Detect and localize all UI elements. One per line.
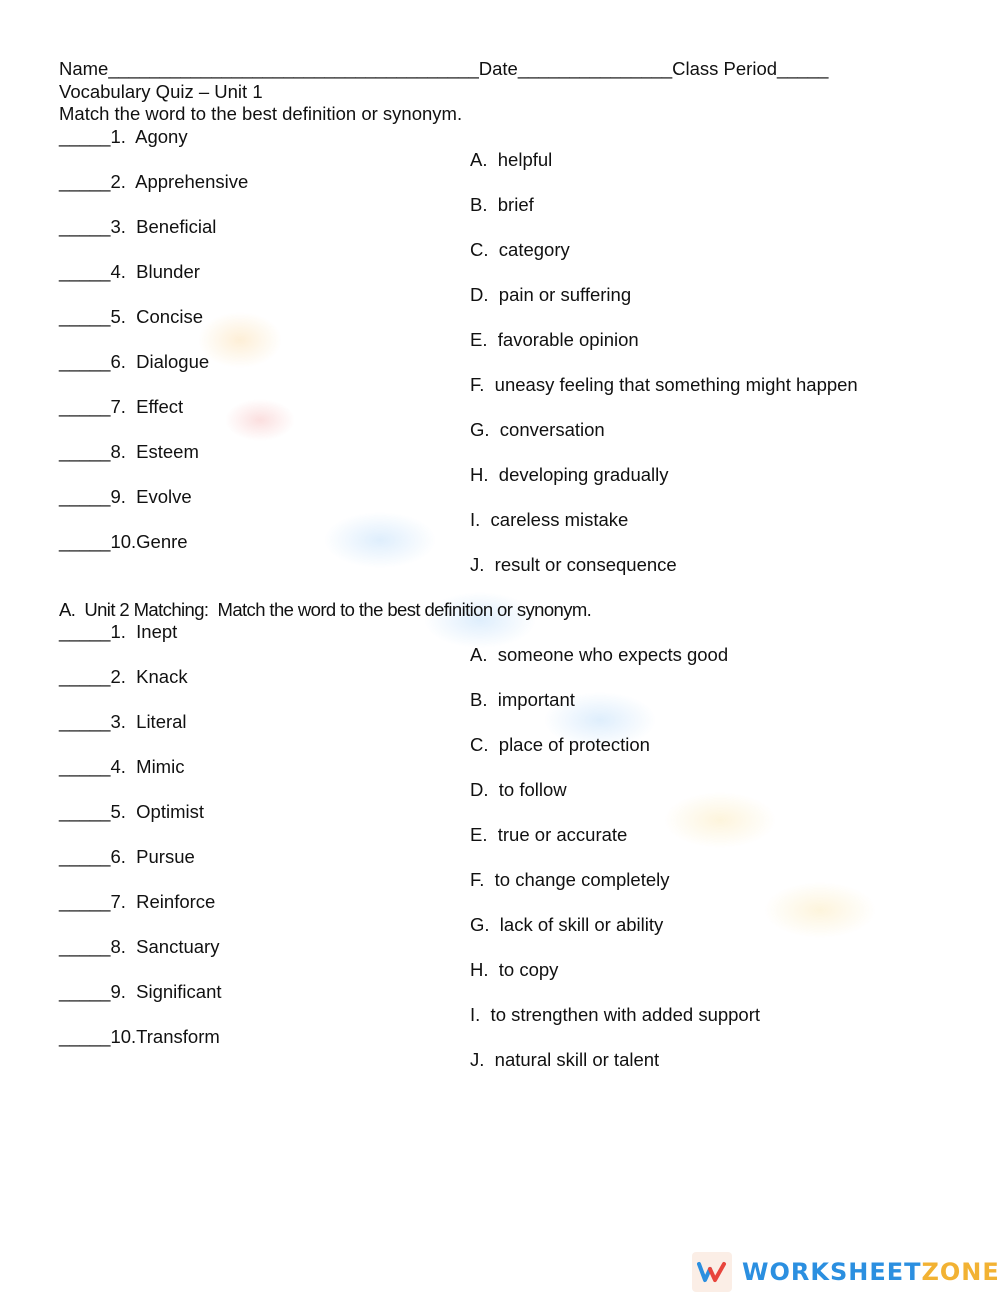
definition-item: C. category — [470, 239, 570, 260]
definition-item: D. to follow — [470, 779, 567, 800]
unit2-heading: A. Unit 2 Matching: Match the word to th… — [59, 599, 592, 620]
vocab-word-item: _____9. Evolve — [59, 486, 192, 507]
worksheetzone-w-icon — [692, 1252, 732, 1292]
definition-item: D. pain or suffering — [470, 284, 632, 305]
definition-item: B. brief — [470, 194, 534, 215]
vocab-word-item: _____10.Transform — [59, 1026, 220, 1047]
definition-item: J. natural skill or talent — [470, 1049, 660, 1070]
vocab-word-item: _____2. Knack — [59, 666, 188, 687]
definition-item: I. to strengthen with added support — [470, 1004, 761, 1025]
logo-text-worksheet: WORKSHEET — [742, 1258, 922, 1286]
name-date-period-line: Name____________________________________… — [59, 58, 829, 79]
definition-item: A. helpful — [470, 149, 553, 170]
vocab-word-item: _____8. Esteem — [59, 441, 199, 462]
definition-item: G. lack of skill or ability — [470, 914, 664, 935]
definition-item: F. to change completely — [470, 869, 670, 890]
vocab-word-item: _____8. Sanctuary — [59, 936, 220, 957]
vocab-word-item: _____4. Blunder — [59, 261, 200, 282]
vocab-word-item: _____3. Literal — [59, 711, 187, 732]
vocab-word-item: _____2. Apprehensive — [59, 171, 249, 192]
definition-item: I. careless mistake — [470, 509, 629, 530]
worksheetzone-logo: WORKSHEET ZONE — [692, 1250, 1000, 1294]
quiz-title: Vocabulary Quiz – Unit 1 — [59, 81, 263, 102]
definition-item: E. true or accurate — [470, 824, 628, 845]
definition-item: H. to copy — [470, 959, 559, 980]
vocab-word-item: _____9. Significant — [59, 981, 222, 1002]
definition-item: C. place of protection — [470, 734, 650, 755]
definition-item: E. favorable opinion — [470, 329, 639, 350]
vocab-word-item: _____10.Genre — [59, 531, 188, 552]
vocab-word-item: _____6. Dialogue — [59, 351, 210, 372]
vocab-word-item: _____7. Effect — [59, 396, 184, 417]
definition-item: F. uneasy feeling that something might h… — [470, 374, 858, 395]
definition-item: A. someone who expects good — [470, 644, 729, 665]
vocab-word-item: _____3. Beneficial — [59, 216, 217, 237]
definition-item: H. developing gradually — [470, 464, 669, 485]
definition-item: G. conversation — [470, 419, 605, 440]
vocab-word-item: _____1. Inept — [59, 621, 178, 642]
vocab-word-item: _____7. Reinforce — [59, 891, 216, 912]
definition-item: J. result or consequence — [470, 554, 677, 575]
vocab-word-item: _____6. Pursue — [59, 846, 195, 867]
unit1-instruction: Match the word to the best definition or… — [59, 103, 463, 124]
logo-text-zone: ZONE — [921, 1258, 1000, 1286]
definition-item: B. important — [470, 689, 575, 710]
vocab-word-item: _____1. Agony — [59, 126, 188, 147]
vocab-word-item: _____5. Concise — [59, 306, 203, 327]
vocab-word-item: _____5. Optimist — [59, 801, 204, 822]
vocab-word-item: _____4. Mimic — [59, 756, 185, 777]
